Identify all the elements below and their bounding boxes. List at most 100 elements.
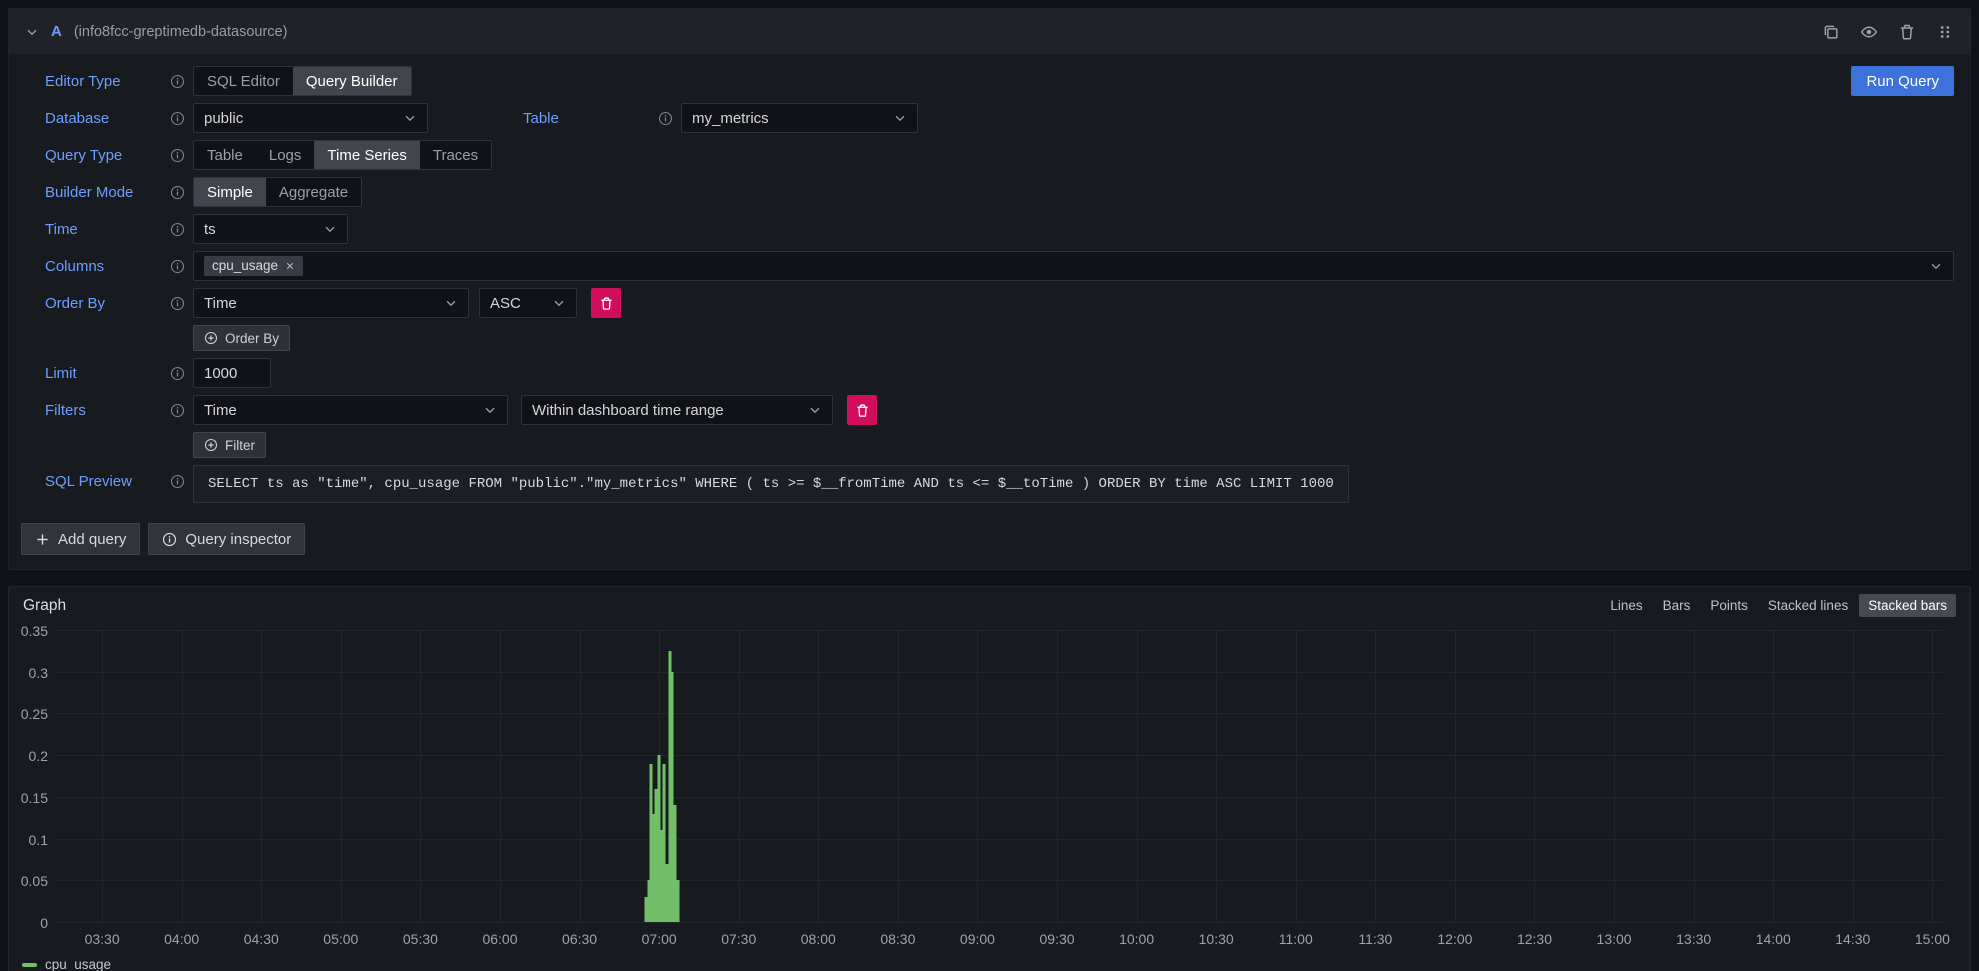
info-icon[interactable] [170,474,185,489]
database-select[interactable]: public [193,103,428,133]
columns-label: Columns [45,258,104,275]
x-axis-tick-label: 13:00 [1597,932,1632,946]
x-axis-tick-label: 07:30 [721,932,756,946]
info-icon[interactable] [170,296,185,311]
query-inspector-button[interactable]: Query inspector [148,523,305,555]
v-gridline [1296,631,1297,923]
y-axis-tick-label: 0.2 [29,749,48,763]
query-type-option-table[interactable]: Table [194,141,256,169]
delete-query-trash-icon[interactable] [1896,21,1918,43]
filters-row: Filters Time Within dashboard time range [45,395,1954,425]
sql-preview-label-cell: SQL Preview [45,473,185,490]
columns-label-cell: Columns [45,258,185,275]
legend: cpu_usage [9,955,1970,971]
order-by-column-select[interactable]: Time [193,288,469,318]
mode-stacked-lines[interactable]: Stacked lines [1759,594,1857,617]
database-table-row: Database public Table my_metrics [45,103,1954,133]
info-icon[interactable] [170,259,185,274]
columns-multiselect[interactable]: cpu_usage [193,251,1954,281]
info-icon[interactable] [170,111,185,126]
panel-title: Graph [23,597,66,615]
order-by-label-cell: Order By [45,295,185,312]
drag-handle-grip-icon[interactable] [1934,21,1956,43]
mode-stacked-bars[interactable]: Stacked bars [1859,594,1956,617]
database-label-cell: Database [45,110,185,127]
x-axis-tick-label: 05:00 [323,932,358,946]
x-axis-tick-label: 07:00 [642,932,677,946]
x-axis-tick-label: 14:00 [1756,932,1791,946]
query-type-label-cell: Query Type [45,147,185,164]
mode-bars[interactable]: Bars [1654,594,1700,617]
duplicate-query-icon[interactable] [1820,21,1842,43]
table-select[interactable]: my_metrics [681,103,918,133]
query-type-option-logs[interactable]: Logs [256,141,315,169]
info-icon[interactable] [170,148,185,163]
v-gridline [1216,631,1217,923]
add-filter-button[interactable]: Filter [193,432,266,458]
plot-area[interactable]: 00.050.10.150.20.250.30.3503:3004:0004:3… [57,631,1943,923]
info-icon[interactable] [170,74,185,89]
v-gridline [739,631,740,923]
v-gridline [182,631,183,923]
v-gridline [1932,631,1933,923]
time-label-cell: Time [45,221,185,238]
x-axis-tick-label: 03:30 [85,932,120,946]
add-query-button[interactable]: Add query [21,523,140,555]
x-axis-tick-label: 06:30 [562,932,597,946]
limit-input[interactable] [193,358,271,388]
columns-row: Columns cpu_usage [45,251,1954,281]
query-type-option-traces[interactable]: Traces [420,141,491,169]
v-gridline [1853,631,1854,923]
query-inspector-label: Query inspector [185,531,291,548]
editor-type-option-query-builder[interactable]: Query Builder [293,67,411,95]
info-icon[interactable] [170,185,185,200]
y-axis-tick-label: 0.15 [21,791,48,805]
y-axis-tick-label: 0.1 [29,833,48,847]
info-icon[interactable] [170,222,185,237]
v-gridline [102,631,103,923]
table-label-cell: Table [523,110,673,127]
tag-label: cpu_usage [212,259,278,273]
legend-label: cpu_usage [45,957,111,971]
legend-item-cpu-usage[interactable]: cpu_usage [22,957,111,971]
info-icon[interactable] [170,366,185,381]
v-gridline [977,631,978,923]
order-by-direction-select[interactable]: ASC [479,288,577,318]
editor-type-option-sql-editor[interactable]: SQL Editor [194,67,293,95]
builder-mode-option-aggregate[interactable]: Aggregate [266,178,361,206]
query-editor-panel: A (info8fcc-greptimedb-datasource) Edito… [8,8,1971,570]
add-filter-row: Filter [45,432,1954,458]
time-row: Time ts [45,214,1954,244]
v-gridline [1455,631,1456,923]
run-query-button[interactable]: Run Query [1851,66,1954,96]
info-icon[interactable] [658,111,673,126]
hide-query-eye-icon[interactable] [1858,21,1880,43]
tag-remove-icon[interactable] [285,261,295,271]
remove-filter-button[interactable] [847,395,877,425]
chevron-down-icon [444,296,458,310]
limit-label-cell: Limit [45,365,185,382]
builder-mode-option-simple[interactable]: Simple [194,178,266,206]
info-icon[interactable] [170,403,185,418]
graph-panel: Graph Lines Bars Points Stacked lines St… [8,586,1971,971]
collapse-chevron-icon[interactable] [25,25,39,39]
query-row-header[interactable]: A (info8fcc-greptimedb-datasource) [9,9,1970,54]
remove-order-by-button[interactable] [591,288,621,318]
add-order-by-button[interactable]: Order By [193,325,290,351]
y-axis-tick-label: 0.3 [29,666,48,680]
filter-condition-select[interactable]: Within dashboard time range [521,395,833,425]
query-type-toggle: Table Logs Time Series Traces [193,140,492,170]
columns-tag-cpu-usage: cpu_usage [204,256,303,276]
x-axis-tick-label: 14:30 [1835,932,1870,946]
query-type-label: Query Type [45,147,122,164]
sql-preview-row: SQL Preview SELECT ts as "time", cpu_usa… [45,465,1954,503]
filter-column-select[interactable]: Time [193,395,508,425]
query-type-option-time-series[interactable]: Time Series [314,141,419,169]
mode-points[interactable]: Points [1701,594,1757,617]
v-gridline [1057,631,1058,923]
v-gridline [1137,631,1138,923]
time-select[interactable]: ts [193,214,348,244]
graph-panel-header[interactable]: Graph Lines Bars Points Stacked lines St… [9,587,1970,619]
v-gridline [341,631,342,923]
mode-lines[interactable]: Lines [1601,594,1651,617]
